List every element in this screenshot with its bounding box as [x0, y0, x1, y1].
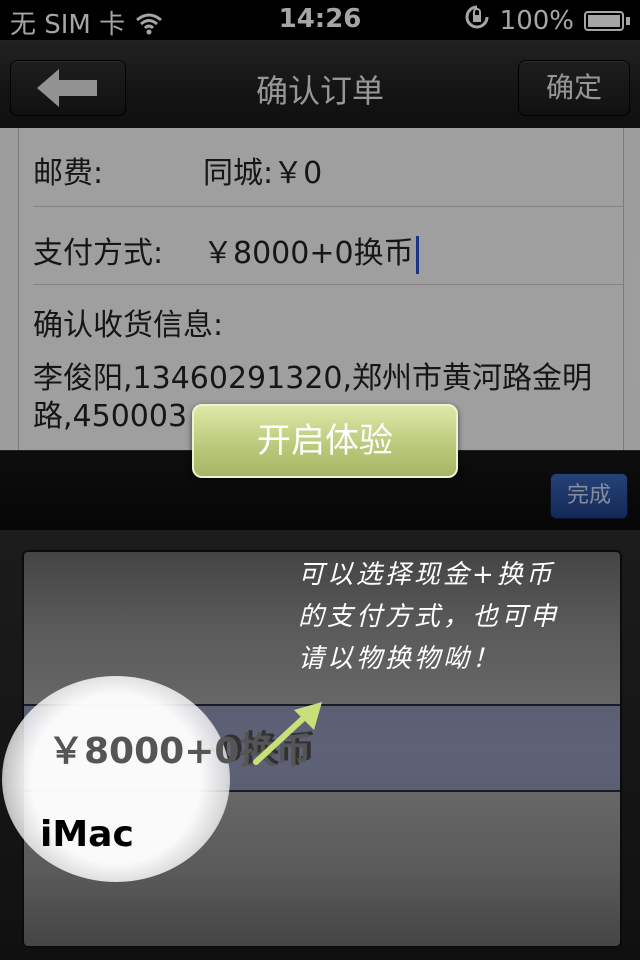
- payment-row[interactable]: 支付方式: ￥8000+0换币: [33, 206, 623, 285]
- payment-label: 支付方式:: [33, 236, 164, 271]
- address-line-1: 李俊阳,13460291320,郑州市黄河路金明: [33, 361, 593, 396]
- status-bar: 无 SIM 卡 14:26 100%: [0, 0, 640, 40]
- tutorial-hint: 可以选择现金+换币 的支付方式，也可申 请以物换物呦！: [298, 554, 628, 680]
- receipt-label: 确认收货信息:: [33, 308, 224, 343]
- payment-value: ￥8000+0换币: [203, 236, 414, 271]
- battery-percent: 100%: [499, 5, 574, 36]
- navigation-bar: 确认订单 确定: [0, 40, 640, 129]
- text-cursor: [415, 235, 419, 274]
- payment-method-field[interactable]: ￥8000+0换币: [203, 228, 419, 274]
- hint-arrow-icon: [253, 702, 322, 765]
- order-content: 邮费: 同城:￥0 支付方式: ￥8000+0换币 确认收货信息: 李俊阳,13…: [0, 128, 640, 450]
- hint-line-1: 可以选择现金+换币: [298, 560, 555, 590]
- postage-row: 邮费: 同城:￥0: [33, 128, 623, 207]
- order-card: 邮费: 同城:￥0 支付方式: ￥8000+0换币 确认收货信息: 李俊阳,13…: [18, 128, 624, 450]
- postage-label: 邮费:: [33, 156, 104, 191]
- rotation-lock-icon: [464, 4, 490, 37]
- start-experience-button[interactable]: 开启体验: [192, 404, 458, 478]
- done-button[interactable]: 完成: [550, 473, 628, 519]
- status-right: 100%: [464, 4, 630, 37]
- confirm-button[interactable]: 确定: [518, 60, 630, 116]
- postage-value: 同城:￥0: [203, 156, 323, 191]
- hint-line-2: 的支付方式，也可申: [298, 602, 560, 632]
- battery-icon: [584, 10, 630, 31]
- spotlight-imac-text: iMac: [40, 814, 134, 855]
- hint-line-3: 请以物换物呦！: [298, 644, 502, 674]
